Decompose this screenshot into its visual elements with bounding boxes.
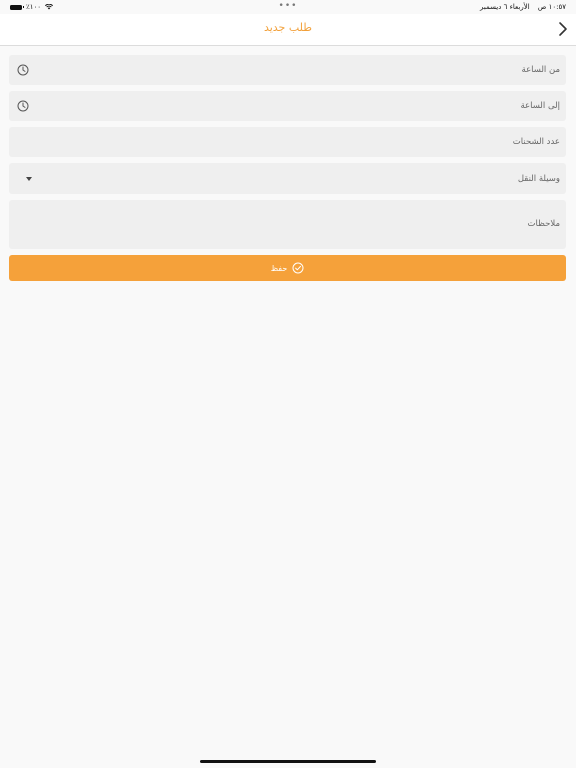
- transport-select[interactable]: وسيلة النقل: [9, 163, 566, 194]
- clock-icon[interactable]: [17, 64, 29, 76]
- status-date: الأربعاء ٦ ديسمبر: [480, 3, 530, 11]
- to-time-field[interactable]: إلى الساعة: [9, 91, 566, 121]
- status-left: ٪١٠٠: [10, 3, 54, 11]
- from-time-field[interactable]: من الساعة: [9, 55, 566, 85]
- chevron-right-icon: [559, 22, 567, 36]
- page-title: طلب جديد: [263, 21, 313, 34]
- save-button[interactable]: حفظ: [9, 255, 566, 281]
- save-button-label: حفظ: [270, 263, 288, 273]
- status-time: ١٠:٥٧ ص: [537, 3, 566, 11]
- status-right: ١٠:٥٧ ص الأربعاء ٦ ديسمبر: [474, 3, 566, 11]
- check-circle-icon: [292, 262, 304, 274]
- status-bar: ٪١٠٠ ••• ١٠:٥٧ ص الأربعاء ٦ ديسمبر: [0, 0, 576, 14]
- home-indicator[interactable]: [200, 760, 376, 763]
- battery-percent: ٪١٠٠: [26, 3, 42, 11]
- to-time-label: إلى الساعة: [520, 101, 561, 111]
- wifi-icon: [45, 4, 54, 10]
- nav-bar: طلب جديد: [0, 14, 576, 46]
- transport-label: وسيلة النقل: [517, 174, 560, 184]
- from-time-label: من الساعة: [521, 65, 560, 75]
- back-button[interactable]: [556, 20, 570, 38]
- shipments-count-label: عدد الشحنات: [512, 137, 560, 147]
- battery-icon: [10, 4, 24, 10]
- multitask-dots[interactable]: •••: [279, 2, 298, 11]
- shipments-count-field[interactable]: عدد الشحنات: [9, 127, 566, 157]
- notes-field[interactable]: ملاحظات: [9, 200, 566, 249]
- caret-down-icon[interactable]: [26, 177, 32, 181]
- notes-label: ملاحظات: [527, 219, 560, 229]
- clock-icon[interactable]: [17, 100, 29, 112]
